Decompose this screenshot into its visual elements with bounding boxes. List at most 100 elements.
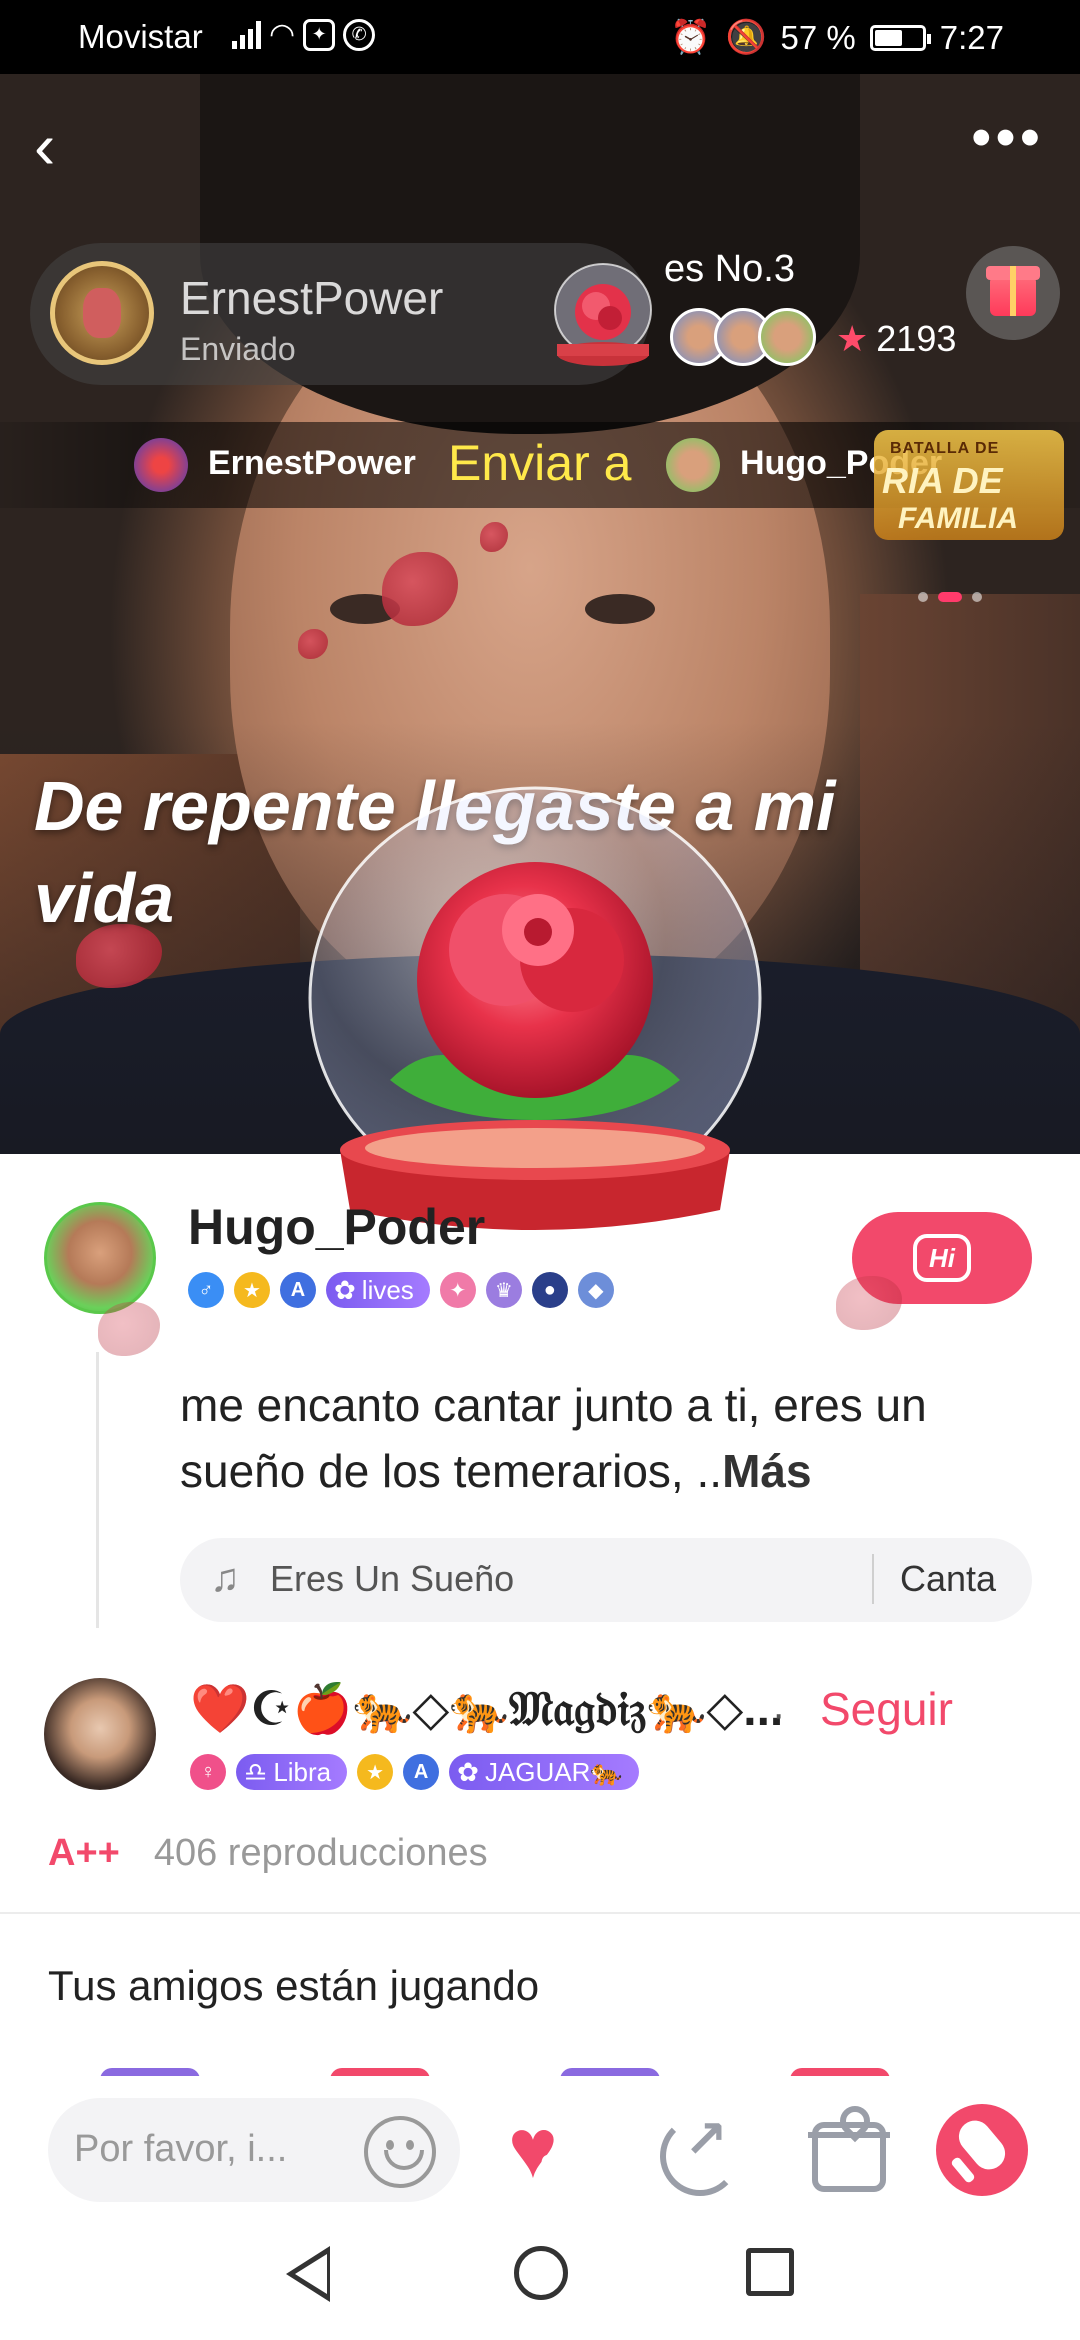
more-options-button[interactable]: ••• — [971, 109, 1044, 167]
mute-icon: 🔕 — [725, 18, 767, 55]
ranking-avatar — [758, 308, 816, 366]
carrier-label: Movistar — [78, 18, 203, 55]
crown-badge-icon: ♛ — [485, 1272, 522, 1308]
male-icon: ♂ — [188, 1272, 224, 1308]
star-icon: ★ — [836, 318, 869, 359]
alarm-icon: ⏰ — [670, 18, 712, 55]
hi-icon: Hi — [913, 1234, 971, 1282]
level-icon: A — [403, 1754, 440, 1790]
song-bar-divider — [872, 1554, 874, 1604]
more-link[interactable]: Más — [722, 1445, 811, 1497]
vip-star-icon: ★ — [357, 1754, 394, 1790]
duet-partner-row: ❤️☪︎🍎🐅◇🐅𝔐𝔞𝔤𝔡𝔦𝔷🐅◇... · Seguir ♀ ♎ Libra ★ … — [0, 1670, 1080, 1800]
gift-icon — [986, 266, 1040, 316]
app-screen: Movistar ◠ ✦ ✆ ⏰ 🔕 57 % 7:27 ‹ ••• Ernes… — [0, 0, 1080, 2340]
wifi-icon: ◠ — [269, 18, 296, 51]
description-thread-line — [96, 1352, 99, 1628]
follow-button[interactable]: Seguir — [820, 1682, 953, 1736]
family-icon: ✿ — [334, 1274, 356, 1305]
rank-score-value: 2193 — [876, 318, 957, 359]
zodiac-pill-badge: ♎ Libra — [236, 1754, 348, 1790]
description-text: me encanto cantar junto a ti, eres un su… — [180, 1379, 927, 1497]
like-button[interactable]: ♥ 217 — [500, 2106, 630, 2196]
status-bar: Movistar ◠ ✦ ✆ ⏰ 🔕 57 % 7:27 — [0, 0, 1080, 74]
battery-fill — [874, 29, 902, 46]
bottom-action-bar: Por favor, i... ♥ 217 — [0, 2076, 1080, 2222]
gift-box-icon[interactable] — [808, 2122, 890, 2192]
battery-percent: 57 % — [780, 18, 856, 56]
ranking-avatars — [670, 308, 816, 366]
app-notification-icon: ✦ — [303, 18, 336, 51]
section-divider — [0, 1912, 1080, 1914]
separator-dot: · — [772, 1692, 786, 1736]
level-icon: A — [280, 1272, 316, 1308]
medal-badge-icon: ● — [531, 1272, 568, 1308]
rank-score: ★ 2193 — [836, 318, 956, 360]
author-badges: ♂ ★ A ✿ lives ✦ ♛ ● ◆ — [188, 1272, 614, 1308]
family-pill-badge[interactable]: ✿ lives — [326, 1272, 430, 1308]
score-rank: A++ — [48, 1832, 120, 1874]
libra-icon: ♎ — [244, 1756, 268, 1787]
author-avatar[interactable] — [44, 1202, 156, 1314]
page-dot — [972, 592, 982, 602]
like-count: 217 — [540, 2148, 604, 2190]
battle-badge-line2: RIA DE — [882, 460, 1003, 501]
play-stats: A++ 406 reproducciones — [48, 1832, 488, 1875]
zodiac-label: Libra — [273, 1756, 332, 1787]
bow-badge-icon: ✦ — [439, 1272, 476, 1308]
comment-placeholder: Por favor, i... — [74, 2128, 288, 2170]
diamond-badge-icon: ◆ — [577, 1272, 614, 1308]
family-label: JAGUAR🐅 — [484, 1756, 623, 1787]
friends-section-title: Tus amigos están jugando — [48, 1962, 540, 2009]
back-icon: ‹ — [34, 110, 56, 182]
author-username[interactable]: Hugo_Poder — [188, 1198, 485, 1256]
mic-handle — [950, 2156, 976, 2184]
music-note-icon: ♫ — [210, 1556, 240, 1600]
nav-recent-icon[interactable] — [746, 2248, 794, 2296]
play-count: 406 reproducciones — [153, 1832, 488, 1874]
partner-badges: ♀ ♎ Libra ★ A ✿ JAGUAR🐅 — [190, 1754, 639, 1790]
sender-avatar-small — [134, 438, 188, 492]
sing-button[interactable]: Canta — [900, 1558, 996, 1600]
clock: 7:27 — [939, 18, 1004, 56]
signal-icon — [232, 20, 261, 49]
gift-sender-name: ErnestPower — [180, 272, 444, 324]
family-pill-label: lives — [361, 1274, 414, 1305]
receiver-avatar-small — [666, 438, 720, 492]
page-dot-active — [938, 592, 962, 602]
partner-username[interactable]: ❤️☪︎🍎🐅◇🐅𝔐𝔞𝔤𝔡𝔦𝔷🐅◇... — [190, 1680, 783, 1738]
send-from-name: ErnestPower — [208, 444, 416, 482]
nav-back-icon[interactable] — [286, 2246, 330, 2302]
share-icon[interactable] — [660, 2110, 740, 2196]
post-description[interactable]: me encanto cantar junto a ti, eres un su… — [180, 1372, 1010, 1504]
page-dot — [918, 592, 928, 602]
female-icon: ♀ — [190, 1754, 226, 1790]
status-icons-left: ◠ ✦ ✆ — [232, 17, 376, 52]
status-icons-right: ⏰ 🔕 57 % 7:27 — [670, 18, 1004, 57]
system-nav-bar — [0, 2222, 1080, 2340]
vip-star-icon: ★ — [234, 1272, 270, 1308]
battle-badge-line3: FAMILIA — [898, 502, 1018, 535]
gift-status: Enviado — [180, 331, 296, 367]
song-bar[interactable]: ♫ Eres Un Sueño Canta — [180, 1538, 1032, 1622]
back-button[interactable]: ‹ — [34, 114, 84, 178]
emoji-icon[interactable] — [364, 2116, 436, 2188]
rose-globe-gift-icon — [308, 786, 762, 1230]
comment-input[interactable]: Por favor, i... — [48, 2098, 460, 2202]
family-icon: ✿ — [457, 1756, 479, 1787]
nav-home-icon[interactable] — [514, 2246, 568, 2300]
send-action-label: Enviar a — [448, 435, 632, 491]
sing-mic-icon[interactable] — [936, 2104, 1028, 2196]
song-title[interactable]: Eres Un Sueño — [270, 1558, 514, 1600]
rank-label: es No.3 — [664, 248, 795, 290]
more-icon: ••• — [971, 105, 1044, 170]
whatsapp-icon: ✆ — [343, 18, 376, 51]
author-row: Hugo_Poder ♂ ★ A ✿ lives ✦ ♛ ● ◆ Hi — [0, 1190, 1080, 1330]
battle-badge-line1: BATALLA DE — [890, 440, 1000, 457]
family-battle-badge[interactable]: BATALLA DE RIA DE FAMILIA — [868, 402, 1068, 562]
family-pill-badge[interactable]: ✿ JAGUAR🐅 — [449, 1754, 639, 1790]
rose-petal — [98, 1302, 160, 1356]
partner-avatar[interactable] — [44, 1678, 156, 1790]
gift-button[interactable] — [966, 246, 1060, 340]
sender-avatar — [50, 261, 154, 365]
